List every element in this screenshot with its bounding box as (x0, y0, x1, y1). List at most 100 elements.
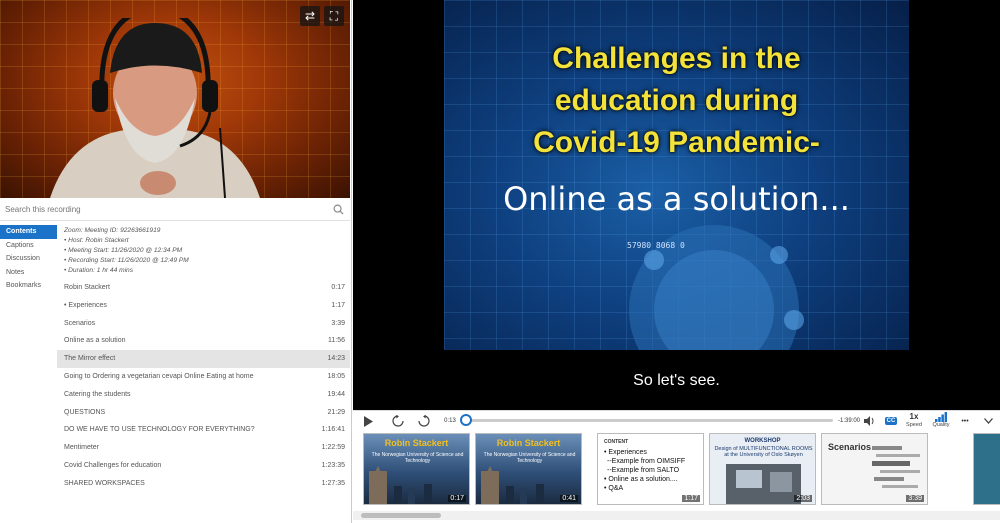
list-item[interactable]: QUESTIONS 21:29 (57, 404, 350, 422)
speed-button[interactable]: 1x Speed (902, 411, 926, 431)
chevron-down-icon (983, 418, 993, 424)
list-item-title: DO WE HAVE TO USE TECHNOLOGY FOR EVERYTH… (64, 426, 255, 434)
tab-notes[interactable]: Notes (0, 266, 57, 280)
speed-value: 1x (909, 412, 919, 421)
list-item-time: 19:44 (327, 390, 345, 398)
tab-bookmarks[interactable]: Bookmarks (0, 279, 57, 293)
left-panel: ⇄ ⛶ Contents Captions Discussion Notes B… (0, 0, 352, 523)
bullet: • Experiences (604, 449, 647, 456)
thumbnail-time: 0:17 (448, 495, 466, 502)
thumbnail[interactable]: WORKSHOP Design of MULTIFUNCTIONAL ROOMS… (709, 433, 816, 505)
speed-label: Speed (906, 422, 922, 428)
list-item-time: 1:23:35 (321, 461, 345, 469)
fullscreen-icon: ⛶ (329, 8, 339, 23)
slide-title-line: Covid-19 Pandemic- (533, 126, 820, 159)
virus-graphic (629, 225, 804, 350)
more-icon: ••• (961, 417, 969, 425)
thumbnail-title: Robin Stackert (384, 438, 449, 448)
list-item[interactable]: Catering the students 19:44 (57, 386, 350, 404)
play-button[interactable] (361, 414, 375, 428)
fullscreen-button[interactable]: ⛶ (324, 6, 344, 26)
list-item-time: 1:22:59 (321, 444, 345, 452)
thumbnail[interactable]: Robin Stackert The Norwegian University … (363, 433, 470, 505)
remaining-time: -1:39:00 (837, 418, 861, 424)
list-item-title: QUESTIONS (64, 408, 106, 416)
thumbnail-title: CONTENT (604, 439, 629, 445)
thumbnail[interactable]: CONTENT • Experiences --Example from OIM… (597, 433, 704, 505)
webcam-video[interactable]: ⇄ ⛶ (0, 0, 350, 198)
list-item[interactable]: Scenarios 3:39 (57, 315, 350, 333)
slide-view: Challenges in the education during Covid… (444, 0, 909, 350)
list-item-active[interactable]: The Mirror effect 14:23 (57, 350, 350, 368)
list-item[interactable]: Covid Challenges for education 1:23:35 (57, 457, 350, 475)
search-input[interactable] (0, 199, 330, 220)
contents-list: Robin Stackert 0:17 • Experiences 1:17 Sce… (57, 279, 350, 493)
forward-button[interactable] (417, 414, 431, 428)
search-icon[interactable] (333, 204, 344, 215)
list-item-time: 11:56 (328, 337, 345, 345)
progress-handle[interactable] (460, 414, 472, 426)
rewind-button[interactable] (391, 414, 405, 428)
list-item-title: Catering the students (64, 390, 131, 398)
list-item-title: Covid Challenges for education (64, 461, 162, 469)
bullet: • Q&A (604, 485, 624, 492)
thumbnail-scrollbar[interactable] (353, 511, 1000, 520)
thumbnail-bullets: • Experiences --Example from OIMSIFF --E… (604, 448, 685, 493)
quality-button[interactable]: Quality (929, 411, 953, 431)
cc-icon: CC (884, 417, 898, 425)
list-item[interactable]: Robin Stackert 0:17 (57, 279, 350, 297)
list-item-time: 0:17 (331, 284, 345, 291)
meeting-start: • Meeting Start: 11/26/2020 @ 12:34 PM (64, 247, 183, 254)
list-item[interactable]: Going to Ordering a vegetarian cevapi On… (57, 368, 350, 386)
list-item-title: SHARED WORKSPACES (64, 479, 145, 487)
list-item-time: 1:27:35 (321, 479, 345, 487)
host: • Host: Robin Stackert (64, 237, 129, 244)
bullet: --Example from SALTO (607, 467, 680, 474)
thumbnail-time: 0:41 (560, 495, 578, 502)
list-item[interactable]: SHARED WORKSPACES 1:27:35 (57, 475, 350, 493)
volume-button[interactable] (863, 414, 877, 428)
slide-thumbnails: Robin Stackert The Norwegian University … (353, 431, 1000, 509)
collapse-button[interactable] (981, 414, 995, 428)
thumbnail-subtitle: Design of MULTIFUNCTIONAL ROOMS at the U… (714, 446, 813, 458)
closed-caption-text: So let's see. (633, 372, 720, 389)
quality-icon (935, 412, 947, 422)
scrollbar-thumb[interactable] (361, 513, 441, 518)
meeting-id: Zoom: Meeting ID: 92263661919 (64, 227, 161, 234)
tab-discussion[interactable]: Discussion (0, 252, 57, 266)
thumbnail-subtitle: The Norwegian University of Science and … (371, 452, 464, 464)
list-item-title: Going to Ordering a vegetarian cevapi On… (64, 372, 254, 380)
more-options-button[interactable]: ••• (957, 414, 973, 428)
thumbnail-time: 3:39 (906, 495, 924, 502)
list-item[interactable]: • Experiences 1:17 (57, 297, 350, 315)
list-item[interactable]: Online as a solution 11:56 (57, 332, 350, 350)
volume-icon (864, 416, 874, 426)
duration: • Duration: 1 hr 44 mins (64, 267, 134, 274)
list-item-time: 14:23 (327, 355, 345, 363)
thumbnail-title: WORKSHOP (744, 438, 781, 444)
swap-view-button[interactable]: ⇄ (300, 6, 320, 26)
list-item[interactable]: Mentimeter 1:22:59 (57, 439, 350, 457)
thumbnail[interactable] (973, 433, 1000, 505)
tab-captions[interactable]: Captions (0, 239, 57, 253)
presenter-figure (50, 18, 260, 198)
list-item-title: Scenarios (64, 319, 96, 327)
thumbnail[interactable]: Robin Stackert The Norwegian University … (475, 433, 582, 505)
list-item-title: Online as a solution (64, 337, 126, 345)
list-item[interactable]: DO WE HAVE TO USE TECHNOLOGY FOR EVERYTH… (57, 421, 350, 439)
thumbnail-subtitle: The Norwegian University of Science and … (483, 452, 576, 464)
player-controls: 0:13 -1:39:00 CC 1x Speed Quality ••• (353, 410, 1000, 430)
captions-button[interactable]: CC (884, 414, 898, 428)
slide-title-line: Challenges in the (552, 42, 801, 75)
list-item-time: 1:16:41 (321, 426, 345, 434)
thumbnail[interactable]: Scenarios 3:39 (821, 433, 928, 505)
quality-label: Quality (932, 422, 950, 428)
thumbnail-title: Scenarios (828, 442, 872, 452)
list-item-time: 3:39 (331, 319, 345, 327)
tab-contents[interactable]: Contents (0, 225, 57, 239)
progress-bar[interactable] (469, 419, 833, 422)
thumbnail-title: Robin Stackert (496, 438, 561, 448)
rewind-icon (392, 415, 404, 427)
video-player[interactable]: Challenges in the education during Covid… (353, 0, 1000, 410)
thumbnail-time: 1:17 (682, 495, 700, 502)
